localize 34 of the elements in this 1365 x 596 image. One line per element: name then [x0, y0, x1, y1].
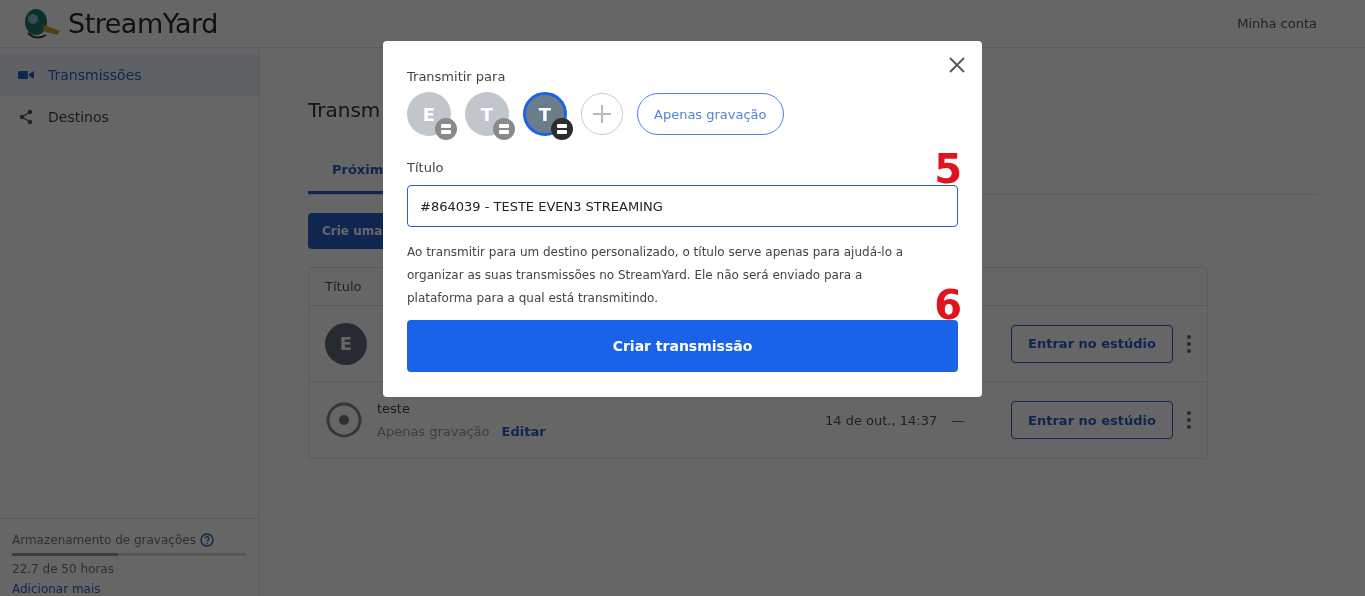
- date-cell: 14 de out., 14:37: [825, 412, 938, 428]
- create-broadcast-button[interactable]: Criar transmissão: [407, 320, 958, 372]
- server-badge-icon: [435, 118, 457, 140]
- sidebar-item[interactable]: Destinos: [0, 96, 259, 138]
- recording-only-button[interactable]: Apenas gravação: [637, 93, 784, 135]
- title-label: Título: [407, 160, 445, 175]
- close-icon: [949, 56, 965, 73]
- title-input[interactable]: #864039 - TESTE EVEN3 STREAMING: [407, 185, 958, 227]
- video-camera-icon: [18, 69, 34, 81]
- column-header: Título: [325, 279, 362, 294]
- more-options-icon[interactable]: [1187, 411, 1191, 429]
- account-link[interactable]: Minha conta: [1237, 16, 1317, 31]
- server-badge-icon: [551, 118, 573, 140]
- sidebar-item[interactable]: Transmissões: [0, 54, 259, 96]
- record-icon: [325, 401, 363, 439]
- help-icon[interactable]: [199, 533, 214, 547]
- avatar: E: [325, 322, 367, 365]
- edit-link[interactable]: Editar: [501, 424, 546, 439]
- more-options-icon[interactable]: [1187, 334, 1191, 353]
- table-cell: —: [951, 412, 965, 428]
- share-icon: [18, 109, 34, 125]
- broadcast-title: teste: [377, 401, 411, 416]
- destinations-label: Transmitir para: [407, 69, 507, 84]
- add-destination-button[interactable]: [581, 93, 623, 135]
- create-button[interactable]: Crie uma: [308, 213, 383, 249]
- plus-icon: [592, 104, 612, 124]
- enter-studio-button[interactable]: Entrar no estúdio: [1011, 324, 1173, 363]
- page-title: Transm: [308, 98, 382, 122]
- logo-text: StreamYard: [68, 8, 218, 39]
- duck-logo-icon: [22, 6, 62, 41]
- help-text: Ao transmitir para um destino personalizado, o título serve apenas para ajudá-lo a organizar as suas transmissões no StreamYard. Ele não será enviado para a plataforma para a qual está transmitindo.: [407, 244, 905, 307]
- add-more-link[interactable]: Adicionar mais: [12, 582, 247, 596]
- server-badge-icon: [493, 118, 515, 140]
- enter-studio-button[interactable]: Entrar no estúdio: [1011, 401, 1173, 439]
